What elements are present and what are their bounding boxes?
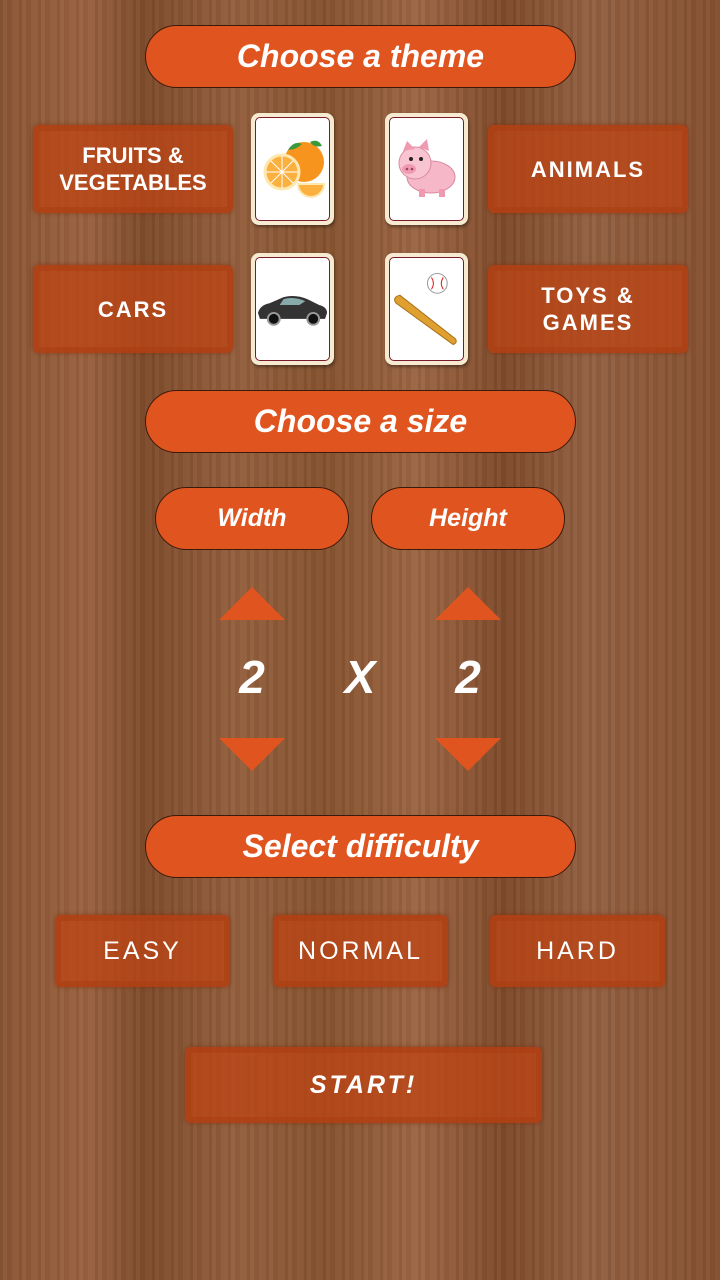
- height-increase-arrow-icon[interactable]: [435, 587, 501, 620]
- height-decrease-arrow-icon[interactable]: [435, 738, 501, 771]
- theme-toys-label: TOYS & GAMES: [541, 283, 635, 335]
- difficulty-hard-button[interactable]: HARD: [490, 915, 665, 987]
- cars-card[interactable]: [251, 253, 334, 365]
- difficulty-heading: Select difficulty: [145, 815, 576, 878]
- baseball-bat-icon: [394, 272, 457, 346]
- theme-animals-button[interactable]: ANIMALS: [488, 125, 688, 213]
- pig-icon: [398, 139, 455, 197]
- width-value: 2: [239, 651, 265, 703]
- fruits-card[interactable]: [251, 113, 334, 225]
- difficulty-easy-button[interactable]: EASY: [55, 915, 230, 987]
- theme-cars-label: CARS: [97, 296, 169, 322]
- theme-toys-button[interactable]: TOYS & GAMES: [488, 265, 688, 353]
- theme-fruits-label: FRUITS & VEGETABLES: [59, 143, 207, 195]
- width-increase-arrow-icon[interactable]: [219, 587, 285, 620]
- difficulty-normal-button[interactable]: NORMAL: [273, 915, 448, 987]
- animals-card[interactable]: [385, 113, 468, 225]
- size-separator: X: [344, 651, 376, 703]
- theme-fruits-button[interactable]: FRUITS & VEGETABLES: [33, 125, 233, 213]
- width-label: Width: [155, 487, 349, 550]
- theme-animals-label: ANIMALS: [530, 156, 646, 182]
- car-icon: [257, 296, 328, 326]
- theme-heading: Choose a theme: [145, 25, 576, 88]
- toys-card[interactable]: [385, 253, 468, 365]
- start-button[interactable]: START!: [185, 1047, 542, 1123]
- height-label: Height: [371, 487, 565, 550]
- height-value: 2: [455, 651, 481, 703]
- size-heading: Choose a size: [145, 390, 576, 453]
- theme-cars-button[interactable]: CARS: [33, 265, 233, 353]
- orange-icon: [263, 140, 325, 198]
- width-decrease-arrow-icon[interactable]: [219, 738, 285, 771]
